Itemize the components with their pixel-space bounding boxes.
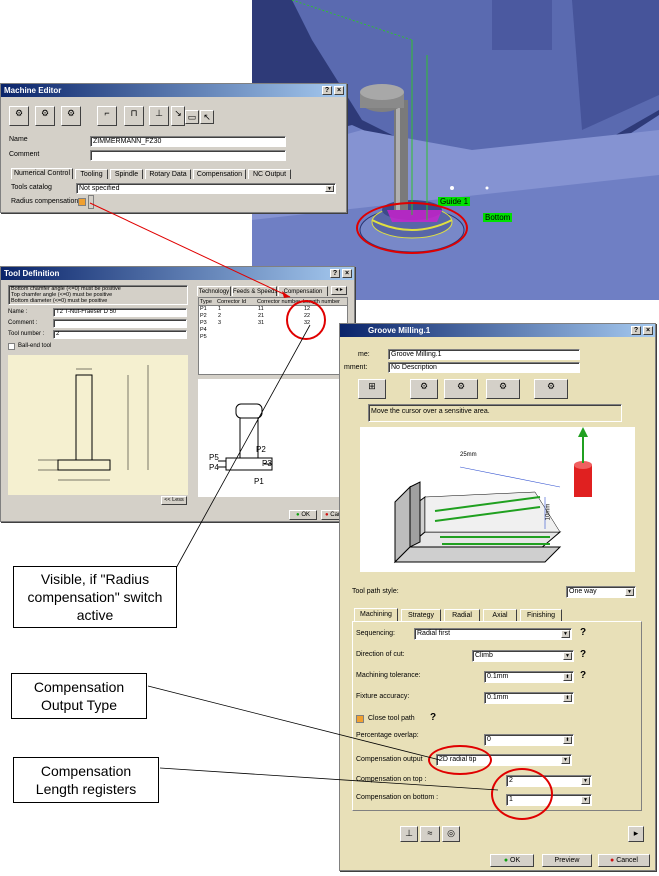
tab-machining[interactable]: Machining <box>354 608 398 621</box>
leader-lines <box>89 202 499 791</box>
tab-technology[interactable]: Technology <box>197 286 231 296</box>
callout-output-type: Compensation Output Type <box>11 673 147 719</box>
callout-radius-comp-note: Visible, if "Radius compensation" switch… <box>13 566 177 628</box>
callout-length-registers: Compensation Length registers <box>13 757 159 803</box>
tab-numerical-control[interactable]: Numerical Control <box>11 168 73 179</box>
